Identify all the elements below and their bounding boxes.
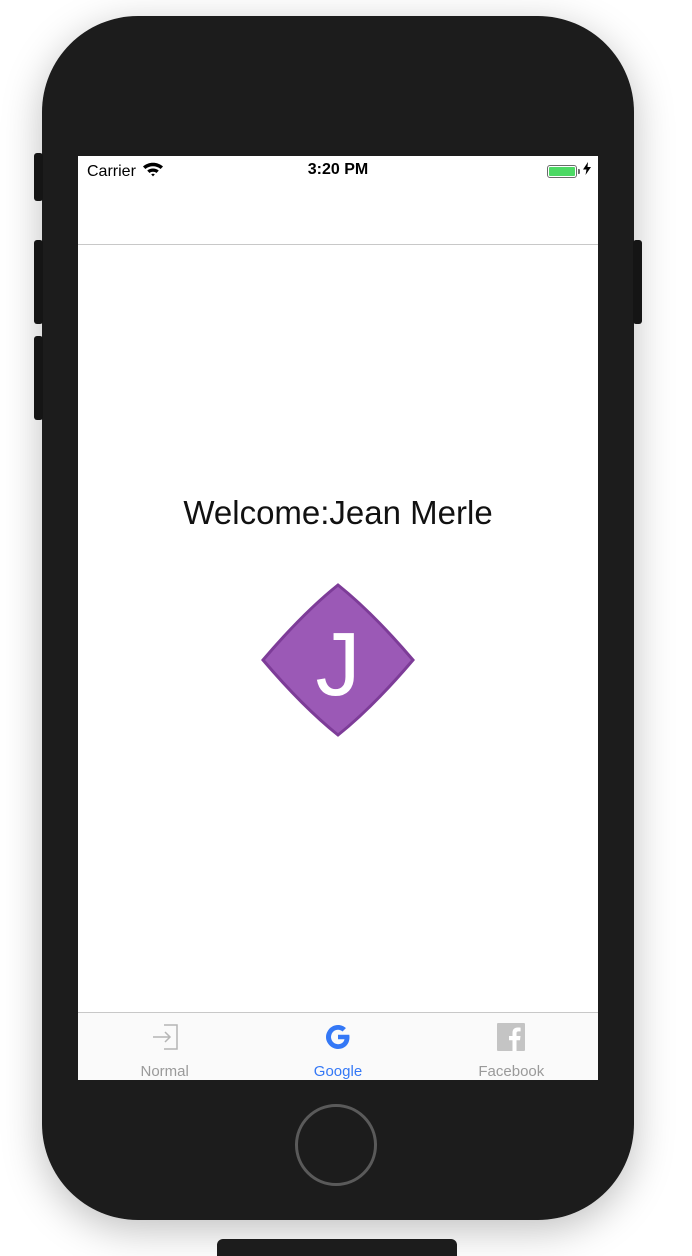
charging-bolt-icon [583,162,591,180]
tab-google-label: Google [313,1063,363,1080]
tab-bar: Normal Google Facebook [78,1012,598,1080]
simulator-stage: Carrier 3:20 PM Welcome:Jean Merle J Nor… [0,0,692,1256]
status-bar: Carrier 3:20 PM [78,156,598,184]
volume-up-button [34,240,43,324]
welcome-label: Welcome:Jean Merle [183,494,493,531]
tab-facebook[interactable]: Facebook [425,1013,598,1080]
home-button[interactable] [295,1104,377,1186]
tab-normal[interactable]: Normal [78,1013,251,1080]
battery-indicator [547,162,591,180]
volume-down-button [34,336,43,420]
user-avatar: J [261,583,415,737]
device-screen: Carrier 3:20 PM Welcome:Jean Merle J Nor… [78,156,598,1080]
battery-icon [547,164,577,178]
power-button [633,240,642,324]
tab-google[interactable]: Google [251,1013,424,1080]
navigation-bar [78,184,598,245]
status-time: 3:20 PM [307,161,369,178]
tab-facebook-label: Facebook [478,1063,545,1080]
mute-switch [34,153,43,201]
facebook-icon [495,1021,527,1053]
google-icon [322,1021,354,1053]
login-arrow-icon [149,1021,181,1053]
avatar-initial: J [316,615,361,715]
device-stand [217,1239,457,1256]
tab-normal-label: Normal [140,1063,189,1080]
